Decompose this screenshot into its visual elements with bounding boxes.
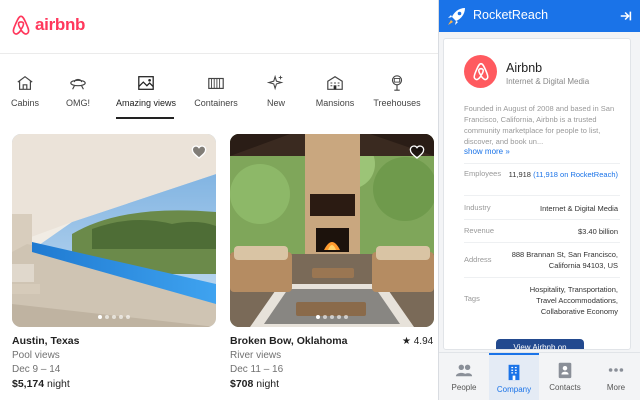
airbnb-logo-icon: [12, 15, 30, 35]
listing-price-line: $708 night: [230, 378, 434, 390]
field-employees: Employees 11,918 (11,918 on RocketReach): [464, 169, 618, 191]
listing-price-line: $5,174 night: [12, 378, 216, 390]
rocketreach-panel: RocketReach Airbnb Internet & Digital Me…: [438, 0, 640, 400]
company-card: Airbnb Internet & Digital Media Founded …: [443, 38, 631, 350]
company-name: Airbnb: [506, 61, 543, 75]
tab-contacts[interactable]: Contacts: [540, 353, 590, 400]
listing-subtitle: River views: [230, 350, 282, 361]
listing-photo-image: [12, 134, 216, 327]
listing-price: $5,174: [12, 378, 45, 390]
treehouse-icon: [391, 75, 403, 91]
ufo-icon: [70, 78, 86, 90]
tab-label: Contacts: [549, 383, 581, 392]
airbnb-header: airbnb: [0, 0, 438, 54]
tab-label: People: [451, 383, 477, 392]
category-mansions[interactable]: Mansions: [305, 74, 365, 108]
divider: [464, 242, 620, 243]
favorite-heart-icon[interactable]: [409, 144, 425, 160]
listing-title: Austin, Texas: [12, 335, 80, 347]
rating-value: 4.94: [413, 336, 434, 347]
tab-people[interactable]: People: [439, 353, 489, 400]
category-label: Amazing views: [116, 98, 177, 108]
category-label: Containers: [194, 98, 238, 108]
more-dots-icon: [608, 368, 624, 372]
listing-subtitle: Pool views: [12, 350, 60, 361]
company-industry: Internet & Digital Media: [506, 77, 590, 86]
airbnb-logo[interactable]: airbnb: [11, 14, 85, 36]
divider: [464, 195, 620, 196]
rocketreach-tab-bar: People Company Contacts More: [439, 352, 640, 400]
field-key: Employees: [464, 169, 502, 178]
tab-more[interactable]: More: [591, 353, 640, 400]
tab-company[interactable]: Company: [489, 353, 539, 400]
contact-card-icon: [558, 362, 572, 379]
listing-photo[interactable]: [230, 134, 434, 327]
company-description: Founded in August of 2008 and based in S…: [464, 104, 615, 146]
category-label: Treehouses: [373, 98, 421, 108]
tab-label: More: [606, 383, 626, 392]
favorite-heart-icon[interactable]: [191, 144, 207, 160]
category-omg[interactable]: OMG!: [48, 74, 108, 108]
listing-photo-image: [230, 134, 434, 327]
listing-rating: ★ 4.94: [402, 336, 433, 347]
airbnb-logo-icon: [472, 62, 489, 81]
field-value: 11,918 (11,918 on RocketReach): [508, 170, 618, 179]
sparkle-icon: [267, 74, 284, 91]
listing-dates: Dec 11 – 16: [230, 364, 284, 375]
cabin-icon: [17, 75, 33, 90]
listing-price: $708: [230, 378, 254, 390]
employees-link[interactable]: (11,918 on RocketReach): [533, 170, 618, 179]
category-bar: Cabins OMG! Amazing views Containers New…: [0, 74, 438, 120]
field-value: 888 Brannan St, San Francisco, Californi…: [511, 250, 618, 270]
divider: [464, 219, 620, 220]
building-icon: [508, 364, 520, 381]
collapse-panel-icon[interactable]: [619, 9, 633, 23]
photo-carousel-dots: [98, 315, 130, 319]
company-logo: [464, 55, 497, 88]
tab-label: Company: [496, 385, 532, 394]
category-treehouses[interactable]: Treehouses: [367, 74, 427, 108]
category-label: Mansions: [315, 98, 355, 108]
listing-price-unit: night: [47, 378, 70, 390]
star-icon: ★: [402, 336, 411, 347]
divider: [464, 277, 620, 278]
category-cabins[interactable]: Cabins: [0, 74, 55, 108]
active-category-indicator: [116, 117, 174, 119]
view-on-rocketreach-button[interactable]: View Airbnb on: [496, 339, 584, 349]
field-value: Internet & Digital Media: [540, 204, 618, 213]
listing-card[interactable]: Broken Bow, Oklahoma River views Dec 11 …: [230, 134, 434, 390]
rocket-icon: [448, 8, 465, 25]
listing-card[interactable]: Austin, Texas Pool views Dec 9 – 14 $5,1…: [12, 134, 216, 390]
show-more-link[interactable]: show more »: [464, 147, 510, 156]
field-key: Revenue: [464, 226, 495, 235]
category-label: Cabins: [10, 98, 39, 108]
category-label: OMG!: [66, 98, 90, 108]
people-icon: [455, 364, 473, 377]
category-label: New: [266, 98, 285, 108]
category-containers[interactable]: Containers: [186, 74, 246, 108]
listing-dates: Dec 9 – 14: [12, 364, 61, 375]
divider: [464, 163, 620, 164]
listing-photo[interactable]: [12, 134, 216, 327]
field-value: $3.40 billion: [577, 227, 618, 236]
mansion-icon: [327, 76, 343, 90]
photo-carousel-dots: [316, 315, 348, 319]
field-key: Tags: [464, 294, 480, 303]
listing-price-unit: night: [256, 378, 280, 390]
rocketreach-title: RocketReach: [473, 8, 549, 22]
field-key: Address: [464, 255, 492, 264]
field-key: Industry: [464, 203, 491, 212]
container-icon: [208, 77, 224, 89]
category-new[interactable]: New: [246, 74, 306, 108]
landscape-icon: [138, 76, 154, 90]
rocketreach-header: RocketReach: [439, 0, 640, 32]
airbnb-logo-text: airbnb: [35, 15, 86, 34]
category-amazing-views[interactable]: Amazing views: [116, 74, 176, 108]
field-value: Hospitality, Transportation, Travel Acco…: [529, 285, 618, 316]
